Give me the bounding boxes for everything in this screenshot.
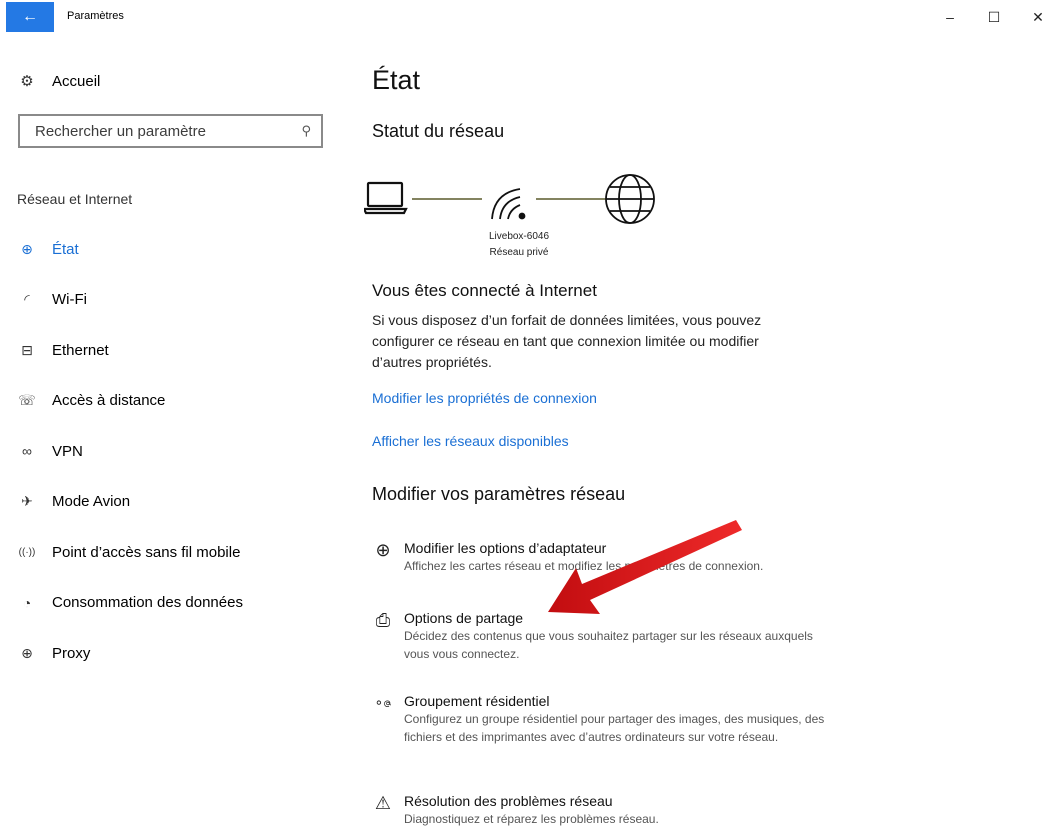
title-bar: ← Paramètres – ☐ ✕	[0, 0, 1060, 34]
maximize-button[interactable]: ☐	[972, 0, 1016, 34]
modify-settings-heading: Modifier vos paramètres réseau	[372, 484, 626, 504]
internet-globe-icon	[605, 174, 655, 224]
sharing-options-item[interactable]: ⎙ Options de partage Décidez des contenu…	[372, 609, 832, 663]
option-description: Affichez les cartes réseau et modifiez l…	[404, 559, 764, 573]
sidebar-item-label: Wi-Fi	[52, 291, 87, 309]
section-title: Réseau et Internet	[17, 191, 133, 207]
option-title: Modifier les options d’adaptateur	[404, 540, 607, 556]
sidebar-item-airplane-mode[interactable]: ✈ Mode Avion	[17, 477, 337, 528]
network-name: Livebox-6046	[488, 231, 550, 242]
connected-description: Si vous disposez d’un forfait de données…	[372, 312, 762, 370]
home-label: Accueil	[52, 72, 101, 90]
search-box[interactable]: ⚲	[18, 114, 323, 148]
sidebar-item-ethernet[interactable]: ⊟ Ethernet	[17, 325, 337, 376]
sidebar-item-dial-up[interactable]: ☏ Accès à distance	[17, 376, 337, 427]
option-title: Groupement résidentiel	[404, 693, 550, 709]
sidebar-item-data-usage[interactable]: ◔ Consommation des données	[17, 578, 337, 629]
warning-icon: ⚠	[374, 793, 392, 813]
network-troubleshooter-item[interactable]: ⚠ Résolution des problèmes réseau Diagno…	[372, 792, 832, 828]
adapter-options-item[interactable]: ⊕ Modifier les options d’adaptateur Affi…	[372, 539, 832, 575]
wifi-signal-icon	[491, 188, 526, 220]
globe-status-icon: ⊕	[21, 240, 33, 257]
airplane-icon: ✈	[21, 493, 33, 510]
data-usage-icon: ◔	[22, 594, 32, 611]
network-label: Livebox-6046 Réseau privé	[469, 229, 569, 261]
hotspot-icon: ((·))	[18, 546, 36, 558]
sidebar-item-vpn[interactable]: ∞ VPN	[17, 426, 337, 477]
network-status-heading: Statut du réseau	[372, 121, 505, 141]
back-button[interactable]: ←	[6, 2, 54, 32]
close-button[interactable]: ✕	[1016, 0, 1060, 34]
connected-heading: Vous êtes connecté à Internet	[372, 281, 597, 300]
homegroup-item[interactable]: ∘ဇ Groupement résidentiel Configurez un …	[372, 692, 832, 746]
sidebar-item-label: Proxy	[52, 644, 91, 662]
network-type: Réseau privé	[489, 247, 549, 258]
wifi-icon: ◜	[24, 291, 30, 308]
sidebar-item-hotspot[interactable]: ((·)) Point d’accès sans fil mobile	[17, 527, 337, 578]
minimize-button[interactable]: –	[928, 0, 972, 34]
vpn-icon: ∞	[22, 443, 32, 460]
laptop-icon	[364, 181, 408, 215]
ethernet-icon: ⊟	[21, 341, 33, 358]
sidebar-item-label: Ethernet	[52, 341, 109, 359]
back-arrow-icon: ←	[22, 8, 38, 25]
gear-icon: ⚙	[20, 73, 34, 90]
option-description: Configurez un groupe résidentiel pour pa…	[404, 712, 825, 744]
sidebar-item-label: Consommation des données	[52, 594, 243, 612]
option-title: Options de partage	[404, 610, 524, 626]
search-input[interactable]	[35, 122, 302, 140]
main-content: État Statut du réseau Livebox-6046 Résea…	[364, 34, 1052, 834]
dial-up-icon: ☏	[18, 392, 36, 409]
page-title: État	[372, 65, 421, 95]
window-title: Paramètres	[67, 10, 124, 22]
sidebar-item-etat[interactable]: ⊕ État	[17, 224, 337, 275]
adapter-icon: ⊕	[375, 540, 391, 560]
sidebar-item-label: État	[52, 240, 79, 258]
sidebar-item-label: VPN	[52, 442, 83, 460]
sharing-icon: ⎙	[375, 610, 391, 630]
globe-icon: ⊕	[21, 644, 33, 661]
search-icon[interactable]: ⚲	[301, 123, 311, 139]
maximize-icon: ☐	[987, 8, 1001, 25]
window-controls: – ☐ ✕	[928, 0, 1060, 34]
minimize-icon: –	[946, 9, 954, 25]
sidebar-item-wifi[interactable]: ◜ Wi-Fi	[17, 275, 337, 326]
option-description: Diagnostiquez et réparez les problèmes r…	[404, 812, 659, 826]
close-icon: ✕	[1032, 8, 1044, 25]
homegroup-icon: ∘ဇ	[374, 694, 392, 710]
sidebar-item-proxy[interactable]: ⊕ Proxy	[17, 628, 337, 679]
option-title: Résolution des problèmes réseau	[404, 793, 613, 809]
change-connection-properties-link[interactable]: Modifier les propriétés de connexion	[372, 390, 597, 406]
show-available-networks-link[interactable]: Afficher les réseaux disponibles	[372, 433, 569, 449]
sidebar-item-label: Accès à distance	[52, 392, 166, 410]
home-link[interactable]: ⚙ Accueil	[17, 72, 101, 91]
option-description: Décidez des contenus que vous souhaitez …	[404, 629, 813, 661]
sidebar-item-label: Mode Avion	[52, 493, 131, 511]
sidebar-nav: ⊕ État ◜ Wi-Fi ⊟ Ethernet ☏ Accès à dist…	[17, 224, 337, 679]
sidebar: ⚙ Accueil ⚲ Réseau et Internet ⊕ État ◜ …	[0, 34, 340, 834]
sidebar-item-label: Point d’accès sans fil mobile	[52, 543, 241, 561]
